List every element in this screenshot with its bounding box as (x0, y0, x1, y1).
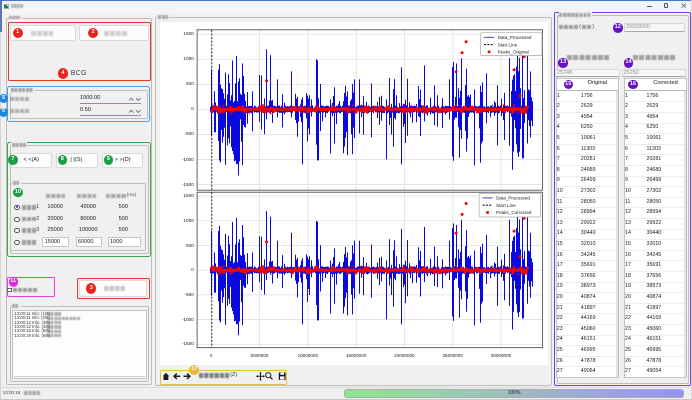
svg-text:Peaks_Original: Peaks_Original (497, 50, 528, 55)
svg-text:Peaks_Corrected: Peaks_Corrected (496, 210, 532, 215)
svg-text:Data_Processed: Data_Processed (497, 35, 531, 40)
svg-text:Start Line: Start Line (496, 203, 516, 208)
svg-text:Start Line: Start Line (497, 43, 517, 48)
svg-text:Data_Processed: Data_Processed (496, 196, 530, 201)
